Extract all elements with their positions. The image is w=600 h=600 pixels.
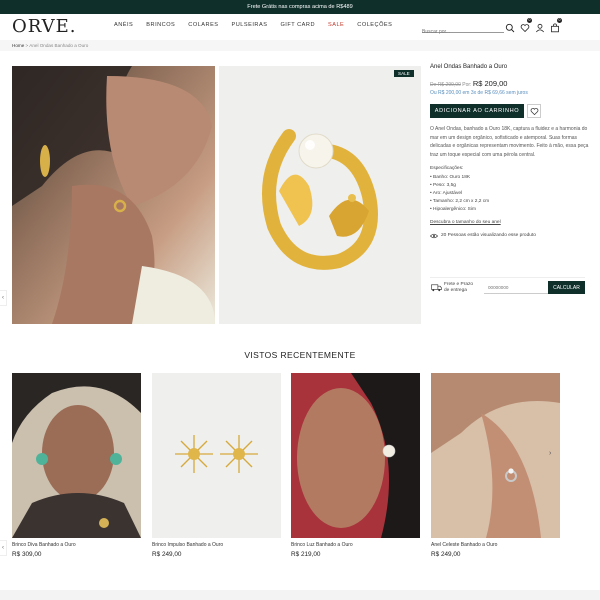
current-price: R$ 209,00 <box>472 79 508 88</box>
breadcrumb-current: Anel Ondas Banhado a Ouro <box>29 43 89 48</box>
recent-product-price: R$ 219,00 <box>291 551 321 558</box>
product-image-ring[interactable] <box>219 66 421 324</box>
product-description: O Anel Ondas, banhado a Ouro 18K, captur… <box>430 126 589 158</box>
recent-product-card[interactable]: Brinco Impulso Banhado a Ouro R$ 249,00 <box>152 373 281 558</box>
search-input[interactable] <box>422 26 492 38</box>
price-prefix: Por: <box>462 82 472 88</box>
recent-product-card[interactable]: Brinco Diva Banhado a Ouro R$ 309,00 <box>12 373 141 558</box>
product-thumbnail[interactable] <box>291 373 420 538</box>
viewers-notice: 20 Pessoas estão visualizando esse produ… <box>430 233 590 239</box>
main-nav: ANÉIS BRINCOS COLARES PULSEIRAS GIFT CAR… <box>114 22 405 28</box>
sale-badge: SALE <box>394 70 414 77</box>
cep-input[interactable] <box>484 282 548 294</box>
purchase-actions: ADICIONAR AO CARRINHO <box>430 104 590 118</box>
announcement-text: Frete Grátis nas compras acima de R$489 <box>247 4 353 10</box>
spec-item: • Tamanho: 2,2 cm x 2,2 cm <box>430 199 490 205</box>
eye-icon <box>430 233 438 238</box>
carousel-prev-arrow[interactable]: ‹ <box>0 540 7 556</box>
spec-item: • Peso: 3,5g <box>430 182 456 188</box>
truck-icon <box>431 284 442 292</box>
announcement-bar: Frete Grátis nas compras acima de R$489 <box>0 0 600 14</box>
recent-product-card[interactable]: Brinco Luz Banhado a Ouro R$ 219,00 <box>291 373 420 558</box>
recent-product-name[interactable]: Brinco Diva Banhado a Ouro <box>12 542 141 548</box>
footer-strip <box>0 590 600 600</box>
nav-item-sale[interactable]: SALE <box>328 22 344 28</box>
account-user-icon[interactable] <box>535 20 545 38</box>
installments-text: Ou R$ 200,00 em 3x de R$ 69,66 sem juros <box>430 90 528 96</box>
product-info: Anel Ondas Banhado a Ouro De R$ 299,00 P… <box>430 64 590 239</box>
recent-product-price: R$ 309,00 <box>12 551 42 558</box>
spec-item: • Hipoalergênico: Sim <box>430 207 476 213</box>
spec-item: • Banho: Ouro 18K <box>430 174 471 180</box>
recent-product-price: R$ 249,00 <box>152 551 182 558</box>
shipping-label-line2: de entrega <box>444 288 467 293</box>
product-thumbnail[interactable] <box>152 373 281 538</box>
viewers-text: 20 Pessoas estão visualizando esse produ… <box>441 233 536 239</box>
brand-logo[interactable]: ORVE. <box>12 16 77 37</box>
old-price: De R$ 299,00 <box>430 82 461 88</box>
nav-item-gift-card[interactable]: GIFT CARD <box>280 22 315 28</box>
shipping-calculator: Frete e Prazo de entrega CALCULAR <box>430 277 585 301</box>
heart-icon <box>530 107 538 115</box>
nav-item-pulseiras[interactable]: PULSEIRAS <box>232 22 268 28</box>
product-thumbnail[interactable] <box>12 373 141 538</box>
search-box <box>422 20 504 38</box>
recent-product-name[interactable]: Brinco Luz Banhado a Ouro <box>291 542 420 548</box>
calculate-shipping-button[interactable]: CALCULAR <box>548 281 585 294</box>
header-icons: 0 0 <box>505 18 562 38</box>
recent-product-name[interactable]: Brinco Impulso Banhado a Ouro <box>152 542 281 548</box>
nav-item-colares[interactable]: COLARES <box>188 22 218 28</box>
product-image-model[interactable] <box>12 66 215 324</box>
nav-item-colecoes[interactable]: COLEÇÕES <box>357 22 392 28</box>
search-icon[interactable] <box>505 20 515 38</box>
breadcrumb-bar <box>0 40 600 51</box>
nav-item-brincos[interactable]: BRINCOS <box>146 22 175 28</box>
price-block: De R$ 299,00 Por: R$ 209,00 <box>430 79 590 88</box>
nav-item-aneis[interactable]: ANÉIS <box>114 22 133 28</box>
wishlist-heart-icon[interactable]: 0 <box>520 18 532 38</box>
spec-item: • Aro: Ajustável <box>430 190 463 196</box>
carousel-next-arrow[interactable]: › <box>549 450 551 457</box>
size-guide-link[interactable]: Descubra o tamanho do seu anel <box>430 220 590 225</box>
product-title: Anel Ondas Banhado a Ouro <box>430 64 508 70</box>
gallery-prev-arrow[interactable]: ‹ <box>0 290 7 306</box>
recent-product-price: R$ 249,00 <box>431 551 461 558</box>
product-specs: Especificações: • Banho: Ouro 18K • Peso… <box>430 165 590 214</box>
recent-product-card[interactable]: Anel Celeste Banhado a Ouro R$ 249,00 <box>431 373 560 558</box>
wishlist-count-badge: 0 <box>527 18 532 23</box>
add-to-wishlist-button[interactable] <box>527 104 541 118</box>
recently-viewed-title: VISTOS RECENTEMENTE <box>244 350 356 360</box>
product-thumbnail[interactable] <box>431 373 560 538</box>
cart-bag-icon[interactable]: 0 <box>550 18 562 38</box>
specs-title: Especificações: <box>430 166 464 172</box>
cart-count-badge: 0 <box>557 18 562 23</box>
shipping-label: Frete e Prazo de entrega <box>444 282 473 294</box>
add-to-cart-button[interactable]: ADICIONAR AO CARRINHO <box>430 104 524 118</box>
recent-product-name[interactable]: Anel Celeste Banhado a Ouro <box>431 542 560 548</box>
site-header: ORVE. ANÉIS BRINCOS COLARES PULSEIRAS GI… <box>0 14 600 40</box>
breadcrumb-home[interactable]: Home <box>12 43 24 48</box>
breadcrumb: Home > Anel Ondas Banhado a Ouro <box>12 43 88 48</box>
breadcrumb-separator: > <box>25 43 29 48</box>
